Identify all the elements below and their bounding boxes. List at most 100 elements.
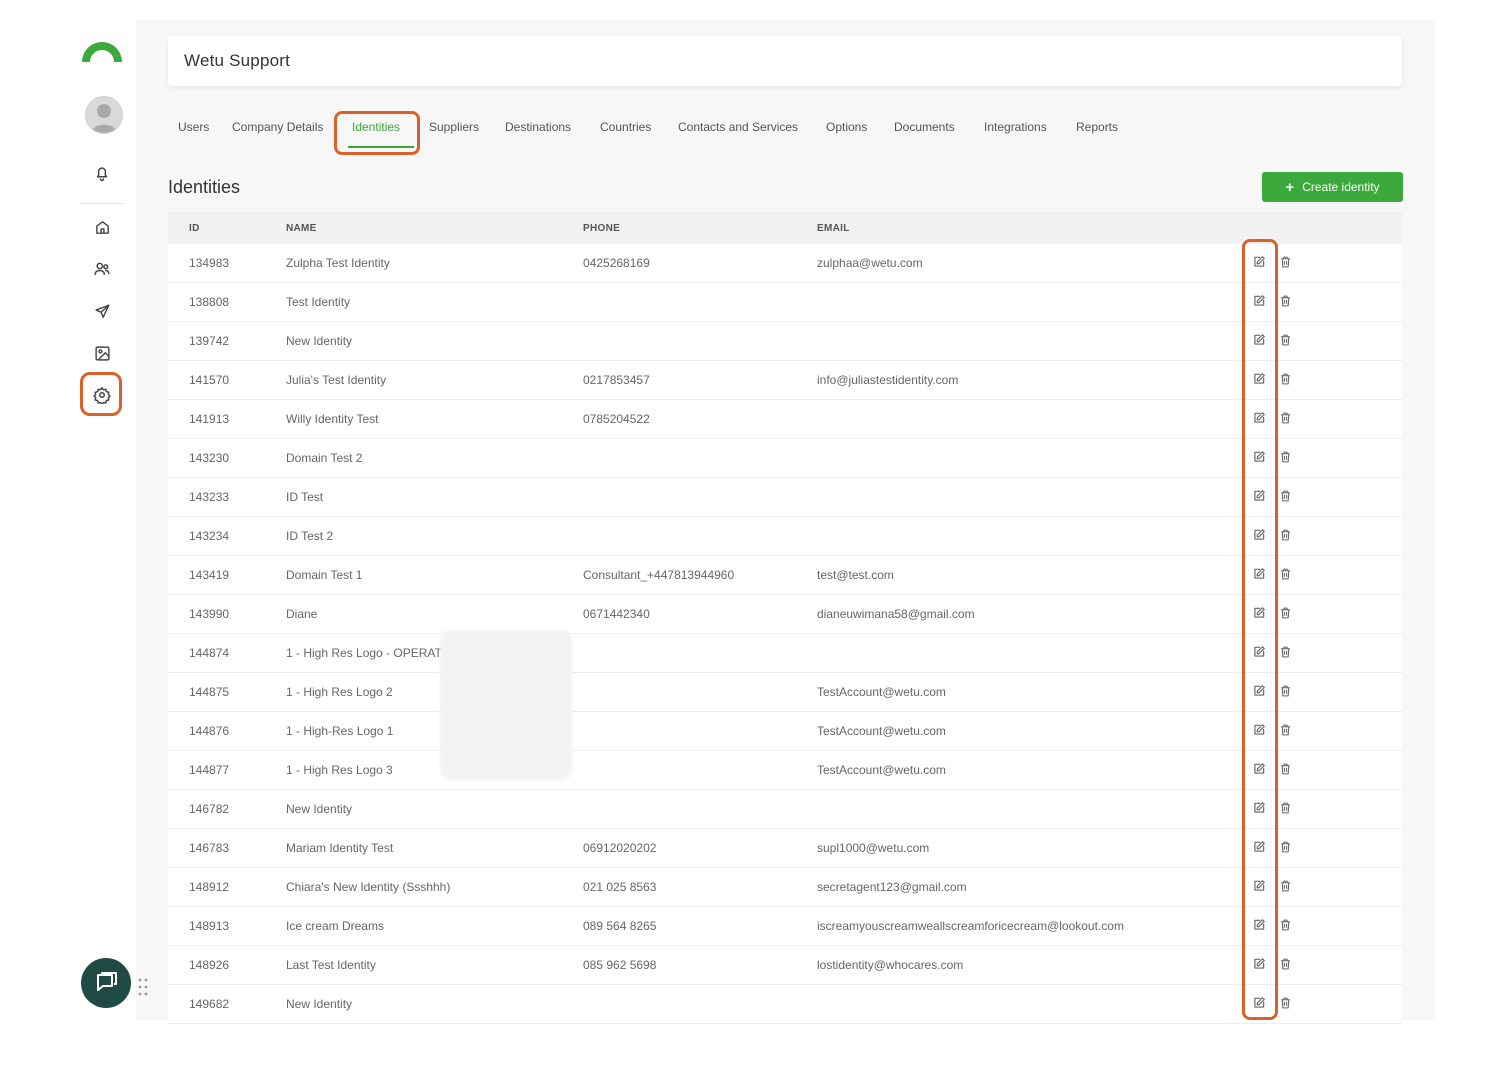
cell-name: Ice cream Dreams: [286, 919, 385, 933]
table-row[interactable]: 141570 Julia's Test Identity 0217853457 inf…: [168, 361, 1402, 400]
cell-id: 143419: [189, 568, 230, 582]
column-header-email[interactable]: EMAIL: [817, 223, 850, 234]
table-row[interactable]: 146783 Mariam Identity Test 06912020202 sup…: [168, 829, 1402, 868]
cell-id: 144875: [189, 685, 230, 699]
table-row[interactable]: 139742 New Identity: [168, 322, 1402, 361]
table-row[interactable]: 143419 Domain Test 1 Consultant_+447813944…: [168, 556, 1402, 595]
tab-countries[interactable]: Countries: [600, 120, 651, 134]
trash-icon[interactable]: [1279, 879, 1293, 893]
tab-integrations[interactable]: Integrations: [984, 120, 1047, 134]
avatar[interactable]: [85, 96, 123, 134]
column-header-name[interactable]: NAME: [286, 223, 317, 234]
tab-company-details[interactable]: Company Details: [232, 120, 323, 134]
header-card: Wetu Support: [168, 36, 1402, 86]
table-row[interactable]: 144876 1 - High-Res Logo 1 TestAccount@wet…: [168, 712, 1402, 751]
trash-icon[interactable]: [1279, 840, 1293, 854]
cell-name: 1 - High Res Logo 3: [286, 763, 393, 777]
trash-icon[interactable]: [1279, 528, 1293, 542]
table-row[interactable]: 143990 Diane 0671442340 dianeuwimana58@gmai…: [168, 595, 1402, 634]
tab-contacts-and-services[interactable]: Contacts and Services: [678, 120, 798, 134]
users-icon[interactable]: [90, 257, 114, 281]
trash-icon[interactable]: [1279, 957, 1293, 971]
table-row[interactable]: 146782 New Identity: [168, 790, 1402, 829]
table-row[interactable]: 144874 1 - High Res Logo - OPERATOR LOGO: [168, 634, 1402, 673]
wetu-logo[interactable]: [80, 40, 124, 62]
table-row[interactable]: 141913 Willy Identity Test 0785204522: [168, 400, 1402, 439]
trash-icon[interactable]: [1279, 333, 1293, 347]
plus-icon: +: [1285, 178, 1295, 196]
trash-icon[interactable]: [1279, 372, 1293, 386]
app-canvas: Wetu Support Users Company Details Ident…: [0, 0, 1500, 1080]
create-identity-button[interactable]: + Create identity: [1262, 172, 1403, 202]
cell-email: info@juliastestidentity.com: [817, 373, 959, 387]
cell-name: Diane: [286, 607, 318, 621]
table-row[interactable]: 148912 Chiara's New Identity (Ssshhh) 021 …: [168, 868, 1402, 907]
trash-icon[interactable]: [1279, 918, 1293, 932]
trash-icon[interactable]: [1279, 606, 1293, 620]
cell-name: Domain Test 1: [286, 568, 363, 582]
cell-id: 148913: [189, 919, 230, 933]
table-row[interactable]: 143234 ID Test 2: [168, 517, 1402, 556]
bell-icon[interactable]: [90, 161, 114, 185]
table-row[interactable]: 134983 Zulpha Test Identity 0425268169 zulp…: [168, 244, 1402, 283]
cell-email: secretagent123@gmail.com: [817, 880, 967, 894]
trash-icon[interactable]: [1279, 255, 1293, 269]
table-row[interactable]: 144875 1 - High Res Logo 2 TestAccount@wet…: [168, 673, 1402, 712]
cell-name: New Identity: [286, 334, 353, 348]
cell-id: 134983: [189, 256, 230, 270]
cell-id: 141570: [189, 373, 230, 387]
trash-icon[interactable]: [1279, 723, 1293, 737]
table-row[interactable]: 148926 Last Test Identity 085 962 5698 lost…: [168, 946, 1402, 985]
trash-icon[interactable]: [1279, 801, 1293, 815]
chat-button[interactable]: [81, 958, 131, 1008]
table-row[interactable]: 149682 New Identity: [168, 985, 1402, 1024]
tab-highlight: [334, 111, 420, 155]
page-title: Wetu Support: [184, 51, 291, 70]
cell-email: lostidentity@whocares.com: [817, 958, 964, 972]
trash-icon[interactable]: [1279, 645, 1293, 659]
tab-documents[interactable]: Documents: [894, 120, 955, 134]
section-title: Identities: [168, 177, 241, 197]
trash-icon[interactable]: [1279, 411, 1293, 425]
table-row[interactable]: 143233 ID Test: [168, 478, 1402, 517]
tab-destinations[interactable]: Destinations: [505, 120, 571, 134]
cell-id: 144874: [189, 646, 230, 660]
column-header-phone[interactable]: PHONE: [583, 223, 620, 234]
send-icon[interactable]: [90, 299, 114, 323]
drag-handle-icon[interactable]: [138, 978, 148, 996]
cell-name: Domain Test 2: [286, 451, 363, 465]
cell-name: 1 - High Res Logo 2: [286, 685, 393, 699]
tab-suppliers[interactable]: Suppliers: [429, 120, 479, 134]
trash-icon[interactable]: [1279, 684, 1293, 698]
cell-phone: 0785204522: [583, 412, 650, 426]
cell-id: 148926: [189, 958, 230, 972]
cell-id: 144876: [189, 724, 230, 738]
cell-phone: 021 025 8563: [583, 880, 657, 894]
table-row[interactable]: 138808 Test Identity: [168, 283, 1402, 322]
trash-icon[interactable]: [1279, 996, 1293, 1010]
image-icon[interactable]: [90, 341, 114, 365]
column-header-id[interactable]: ID: [189, 223, 200, 234]
trash-icon[interactable]: [1279, 294, 1293, 308]
cell-name: Julia's Test Identity: [286, 373, 387, 387]
tab-reports[interactable]: Reports: [1076, 120, 1118, 134]
cell-email: zulphaa@wetu.com: [817, 256, 923, 270]
cell-name: ID Test: [286, 490, 324, 504]
table-body: 134983 Zulpha Test Identity 0425268169 zulp…: [168, 244, 1402, 1024]
blurred-overlay: [440, 630, 572, 780]
cell-email: TestAccount@wetu.com: [817, 763, 946, 777]
tab-users[interactable]: Users: [178, 120, 209, 134]
trash-icon[interactable]: [1279, 567, 1293, 581]
cell-name: Mariam Identity Test: [286, 841, 394, 855]
identities-table: ID NAME PHONE EMAIL 134983 Zulpha Test Id…: [168, 212, 1402, 1024]
trash-icon[interactable]: [1279, 450, 1293, 464]
home-icon[interactable]: [90, 215, 114, 239]
trash-icon[interactable]: [1279, 762, 1293, 776]
table-row[interactable]: 143230 Domain Test 2: [168, 439, 1402, 478]
tab-options[interactable]: Options: [826, 120, 867, 134]
table-row[interactable]: 144877 1 - High Res Logo 3 TestAccount@wet…: [168, 751, 1402, 790]
table-row[interactable]: 148913 Ice cream Dreams 089 564 8265 iscrea…: [168, 907, 1402, 946]
settings-highlight: [80, 372, 122, 416]
cell-phone: 0671442340: [583, 607, 650, 621]
trash-icon[interactable]: [1279, 489, 1293, 503]
